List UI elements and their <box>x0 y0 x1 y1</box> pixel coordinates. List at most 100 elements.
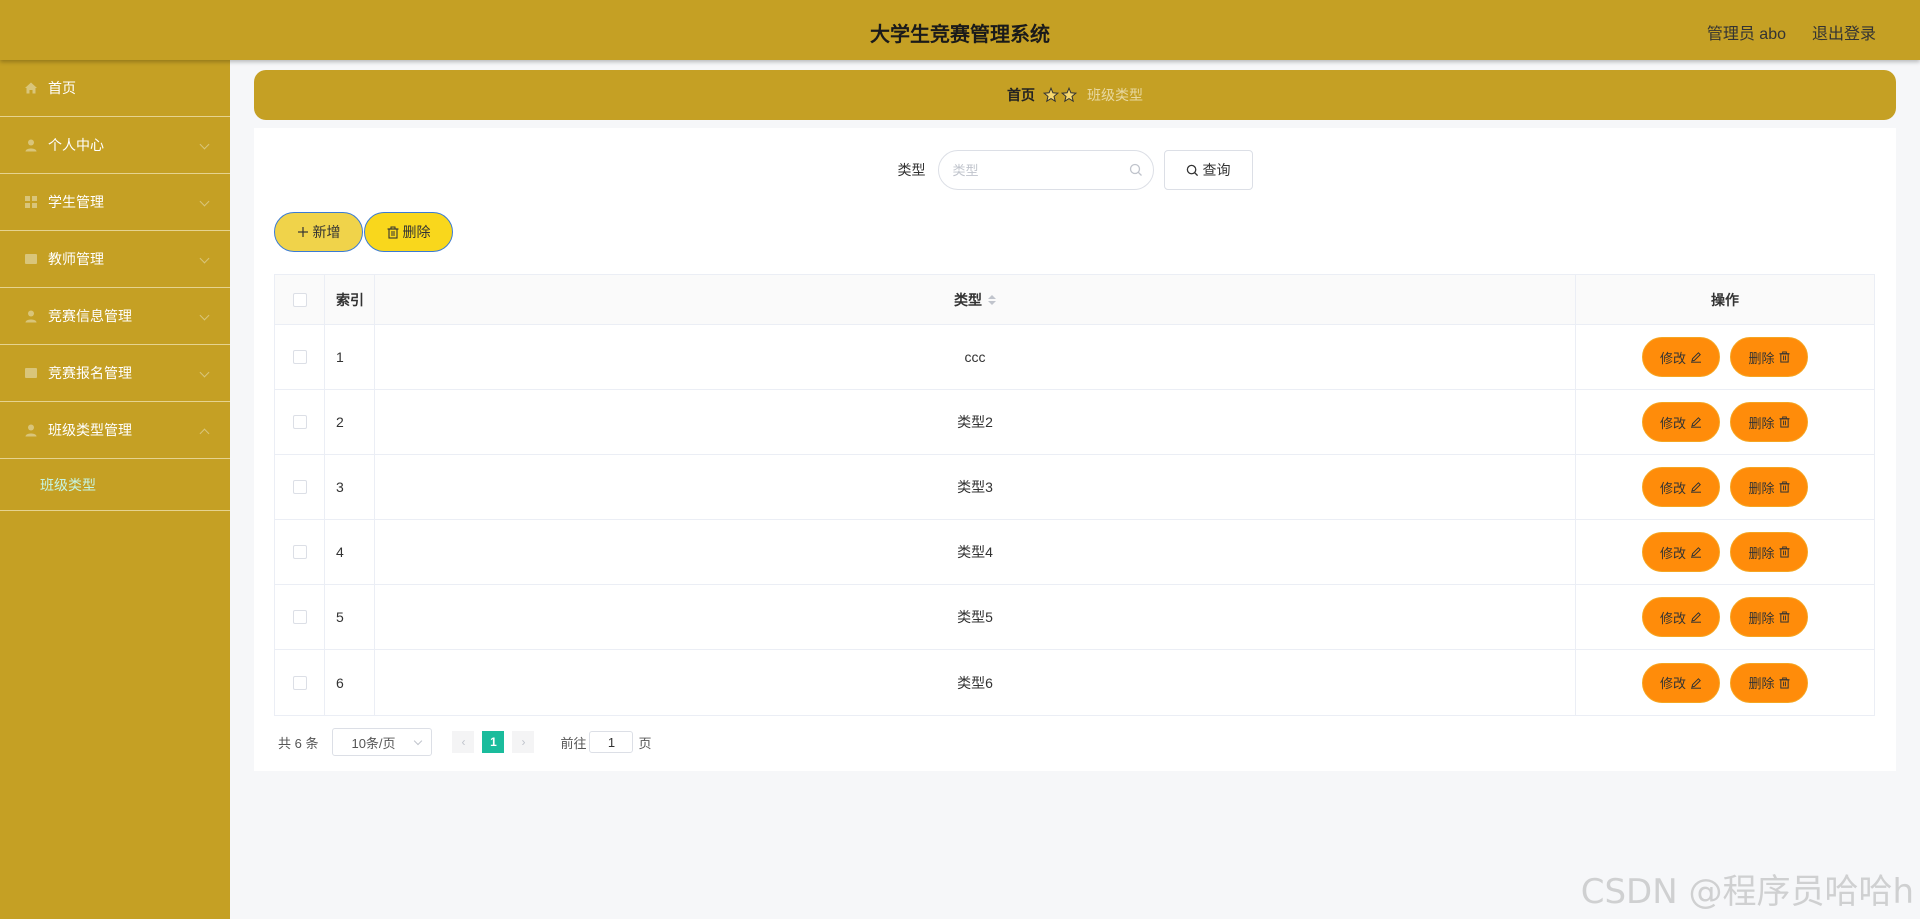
edit-button[interactable]: 修改 <box>1642 597 1720 637</box>
edit-button[interactable]: 修改 <box>1642 337 1720 377</box>
top-header: 大学生竞赛管理系统 管理员 abo 退出登录 <box>0 0 1920 60</box>
delete-button-label: 删除 <box>1748 545 1775 561</box>
row-index: 4 <box>325 520 375 584</box>
row-checkbox-cell <box>275 650 325 715</box>
search-icon <box>1129 163 1142 176</box>
sidebar-item-label: 竞赛信息管理 <box>48 308 132 324</box>
star-icon <box>1043 87 1059 103</box>
edit-button[interactable]: 修改 <box>1642 662 1720 703</box>
header-ops: 操作 <box>1711 291 1739 308</box>
page-number-button[interactable]: 1 <box>482 731 505 753</box>
row-checkbox[interactable] <box>292 350 307 364</box>
user-icon <box>25 139 37 152</box>
table-row: 3 类型3 修改 删除 <box>275 455 1874 520</box>
delete-button-label: 删除 <box>1748 610 1775 626</box>
edit-icon <box>1691 352 1701 363</box>
breadcrumb-current: 班级类型 <box>1087 87 1143 103</box>
chevron-down-icon <box>199 139 210 150</box>
user-icon <box>25 310 37 323</box>
chevron-down-icon <box>199 196 210 207</box>
breadcrumb-home[interactable]: 首页 <box>1007 85 1035 105</box>
sidebar-item-personal-center[interactable]: 个人中心 <box>0 117 230 174</box>
breadcrumb-separator <box>1043 87 1077 103</box>
table-body: 1 ccc 修改 删除 2 类型2 修改 删除 3 类型3 修改 删除 4 类型4 修改 删除 5 类型5 修改 删除… <box>275 325 1874 715</box>
row-actions: 修改 删除 <box>1576 520 1874 584</box>
row-type: 类型3 <box>375 455 1576 519</box>
row-checkbox[interactable] <box>292 480 307 494</box>
query-button-label: 查询 <box>1202 162 1231 178</box>
row-checkbox-cell <box>275 390 325 454</box>
chevron-down-icon <box>199 310 210 321</box>
home-icon <box>25 82 37 94</box>
app-title: 大学生竞赛管理系统 <box>870 24 1050 46</box>
delete-button[interactable]: 删除 <box>1730 597 1808 637</box>
sidebar-item-home[interactable]: 首页 <box>0 60 230 117</box>
sidebar-item-class-type-management[interactable]: 班级类型管理 <box>0 402 230 459</box>
trash-icon <box>1778 416 1790 428</box>
sidebar-item-label: 学生管理 <box>48 194 104 210</box>
chevron-down-icon <box>199 367 210 378</box>
row-checkbox[interactable] <box>292 610 307 624</box>
page-size-select[interactable]: 10条/页 <box>332 728 433 756</box>
sort-icon[interactable] <box>988 294 996 305</box>
class-type-table: 索引 类型 操作 1 ccc 修改 删除 2 类型2 修改 删除 3 类型3 修改 删除 4 类型4 修改删… <box>274 274 1875 716</box>
row-checkbox-cell <box>275 585 325 649</box>
row-checkbox-cell <box>275 325 325 389</box>
delete-button[interactable]: 删除 <box>1730 337 1808 377</box>
sidebar-subitem-label: 班级类型 <box>40 476 96 493</box>
table-row: 2 类型2 修改 删除 <box>275 390 1874 455</box>
logout-link[interactable]: 退出登录 <box>1812 20 1876 44</box>
next-page-button[interactable]: › <box>512 731 535 753</box>
table-row: 6 类型6 修改 删除 <box>275 650 1874 715</box>
row-checkbox[interactable] <box>292 415 307 429</box>
edit-button[interactable]: 修改 <box>1642 402 1720 442</box>
table-row: 1 ccc 修改 删除 <box>275 325 1874 390</box>
sidebar-item-competition-registration[interactable]: 竞赛报名管理 <box>0 345 230 402</box>
prev-page-button[interactable]: ‹ <box>452 731 475 753</box>
goto-page-input[interactable] <box>589 731 634 753</box>
user-icon <box>25 424 37 437</box>
delete-button[interactable]: 删除 <box>1730 532 1808 572</box>
sidebar-item-student-management[interactable]: 学生管理 <box>0 174 230 231</box>
search-icon <box>1186 164 1198 176</box>
add-button[interactable]: 新增 <box>274 212 363 252</box>
add-button-label: 新增 <box>312 224 341 240</box>
row-checkbox-cell <box>275 520 325 584</box>
sidebar-item-teacher-management[interactable]: 教师管理 <box>0 231 230 288</box>
delete-button-label: 删除 <box>1748 350 1775 366</box>
table-header: 索引 类型 操作 <box>275 275 1874 325</box>
row-type: 类型4 <box>375 520 1576 584</box>
search-bar: 类型 查询 <box>254 150 1896 190</box>
row-actions: 修改 删除 <box>1576 325 1874 389</box>
table-row: 5 类型5 修改 删除 <box>275 585 1874 650</box>
sidebar: 首页 个人中心 学生管理 教师管理 竞赛信息管理 竞赛报名管理 班级类型管理 班… <box>0 60 230 919</box>
sidebar-item-label: 个人中心 <box>48 137 104 153</box>
query-button[interactable]: 查询 <box>1163 150 1253 190</box>
sidebar-item-label: 竞赛报名管理 <box>48 365 132 381</box>
header-checkbox-cell <box>275 275 325 324</box>
folder-icon <box>25 368 37 378</box>
delete-button[interactable]: 删除 <box>1730 467 1808 507</box>
row-index: 1 <box>325 325 375 389</box>
row-index: 3 <box>325 455 375 519</box>
edit-button-label: 修改 <box>1659 480 1686 496</box>
sidebar-item-competition-info[interactable]: 竞赛信息管理 <box>0 288 230 345</box>
delete-button[interactable]: 删除 <box>1730 402 1808 442</box>
sidebar-item-label: 班级类型管理 <box>48 422 132 438</box>
row-type: 类型2 <box>375 390 1576 454</box>
header-type[interactable]: 类型 <box>375 275 1576 324</box>
row-checkbox[interactable] <box>292 675 307 690</box>
header-type-label: 类型 <box>954 291 982 308</box>
row-actions: 修改 删除 <box>1576 650 1874 715</box>
batch-delete-button[interactable]: 删除 <box>364 212 453 252</box>
edit-button[interactable]: 修改 <box>1642 467 1720 507</box>
select-all-checkbox[interactable] <box>292 292 307 307</box>
search-input[interactable] <box>938 151 1109 189</box>
edit-button[interactable]: 修改 <box>1642 532 1720 572</box>
delete-button-label: 删除 <box>1748 676 1775 691</box>
row-checkbox[interactable] <box>292 545 307 559</box>
trash-icon <box>1778 481 1790 493</box>
sidebar-subitem-class-type[interactable]: 班级类型 <box>0 459 230 511</box>
delete-button[interactable]: 删除 <box>1730 662 1808 703</box>
action-bar: 新增 删除 <box>274 212 453 252</box>
